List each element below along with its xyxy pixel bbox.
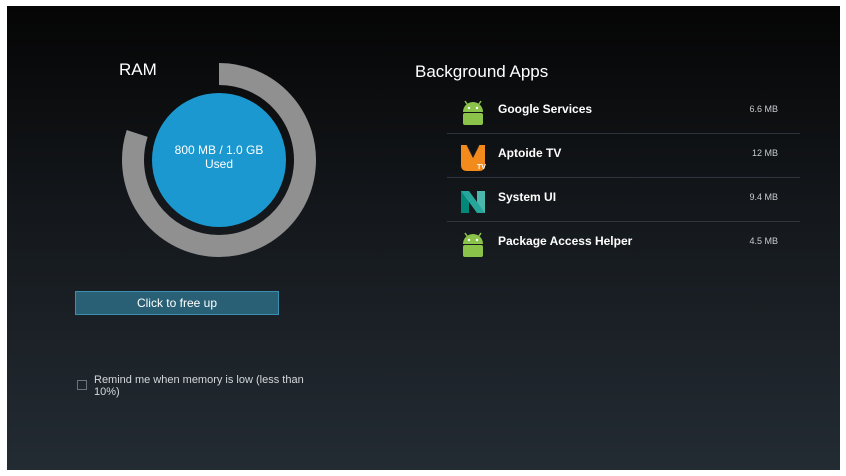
app-row[interactable]: System UI 9.4 MB — [447, 178, 800, 222]
remind-option[interactable]: Remind me when memory is low (less than … — [77, 374, 307, 398]
ram-usage-sub: Used — [204, 157, 233, 171]
svg-text:TV: TV — [477, 164, 486, 171]
app-row[interactable]: Google Services 6.6 MB — [447, 90, 800, 134]
app-size: 12 MB — [751, 148, 778, 158]
app-size: 9.4 MB — [749, 192, 778, 202]
ram-usage-label: 800 MB / 1.0 GB Used — [152, 143, 286, 171]
aptoide-tv-icon: TV — [461, 144, 486, 171]
app-row[interactable]: Package Access Helper 4.5 MB — [447, 222, 800, 265]
background-apps-title: Background Apps — [415, 62, 549, 81]
free-up-button[interactable]: Click to free up — [75, 291, 279, 315]
remind-label: Remind me when memory is low (less than … — [94, 374, 304, 398]
app-name: System UI — [498, 190, 557, 204]
ram-usage-text: 800 MB / 1.0 GB — [174, 143, 264, 157]
app-name: Package Access Helper — [498, 234, 633, 248]
android-n-icon — [461, 191, 485, 213]
remind-checkbox[interactable] — [77, 380, 87, 390]
app-size: 4.5 MB — [749, 236, 778, 246]
app-name: Google Services — [498, 102, 593, 116]
app-row[interactable]: TV Aptoide TV 12 MB — [447, 134, 800, 178]
app-name: Aptoide TV — [498, 146, 562, 160]
screen: RAM 800 MB / 1.0 GB Used Click to free u… — [7, 6, 840, 470]
background-apps-list: Google Services 6.6 MB TV Aptoide TV 12 … — [447, 90, 800, 265]
android-icon — [463, 232, 483, 257]
android-icon — [463, 100, 483, 125]
app-size: 6.6 MB — [749, 104, 778, 114]
